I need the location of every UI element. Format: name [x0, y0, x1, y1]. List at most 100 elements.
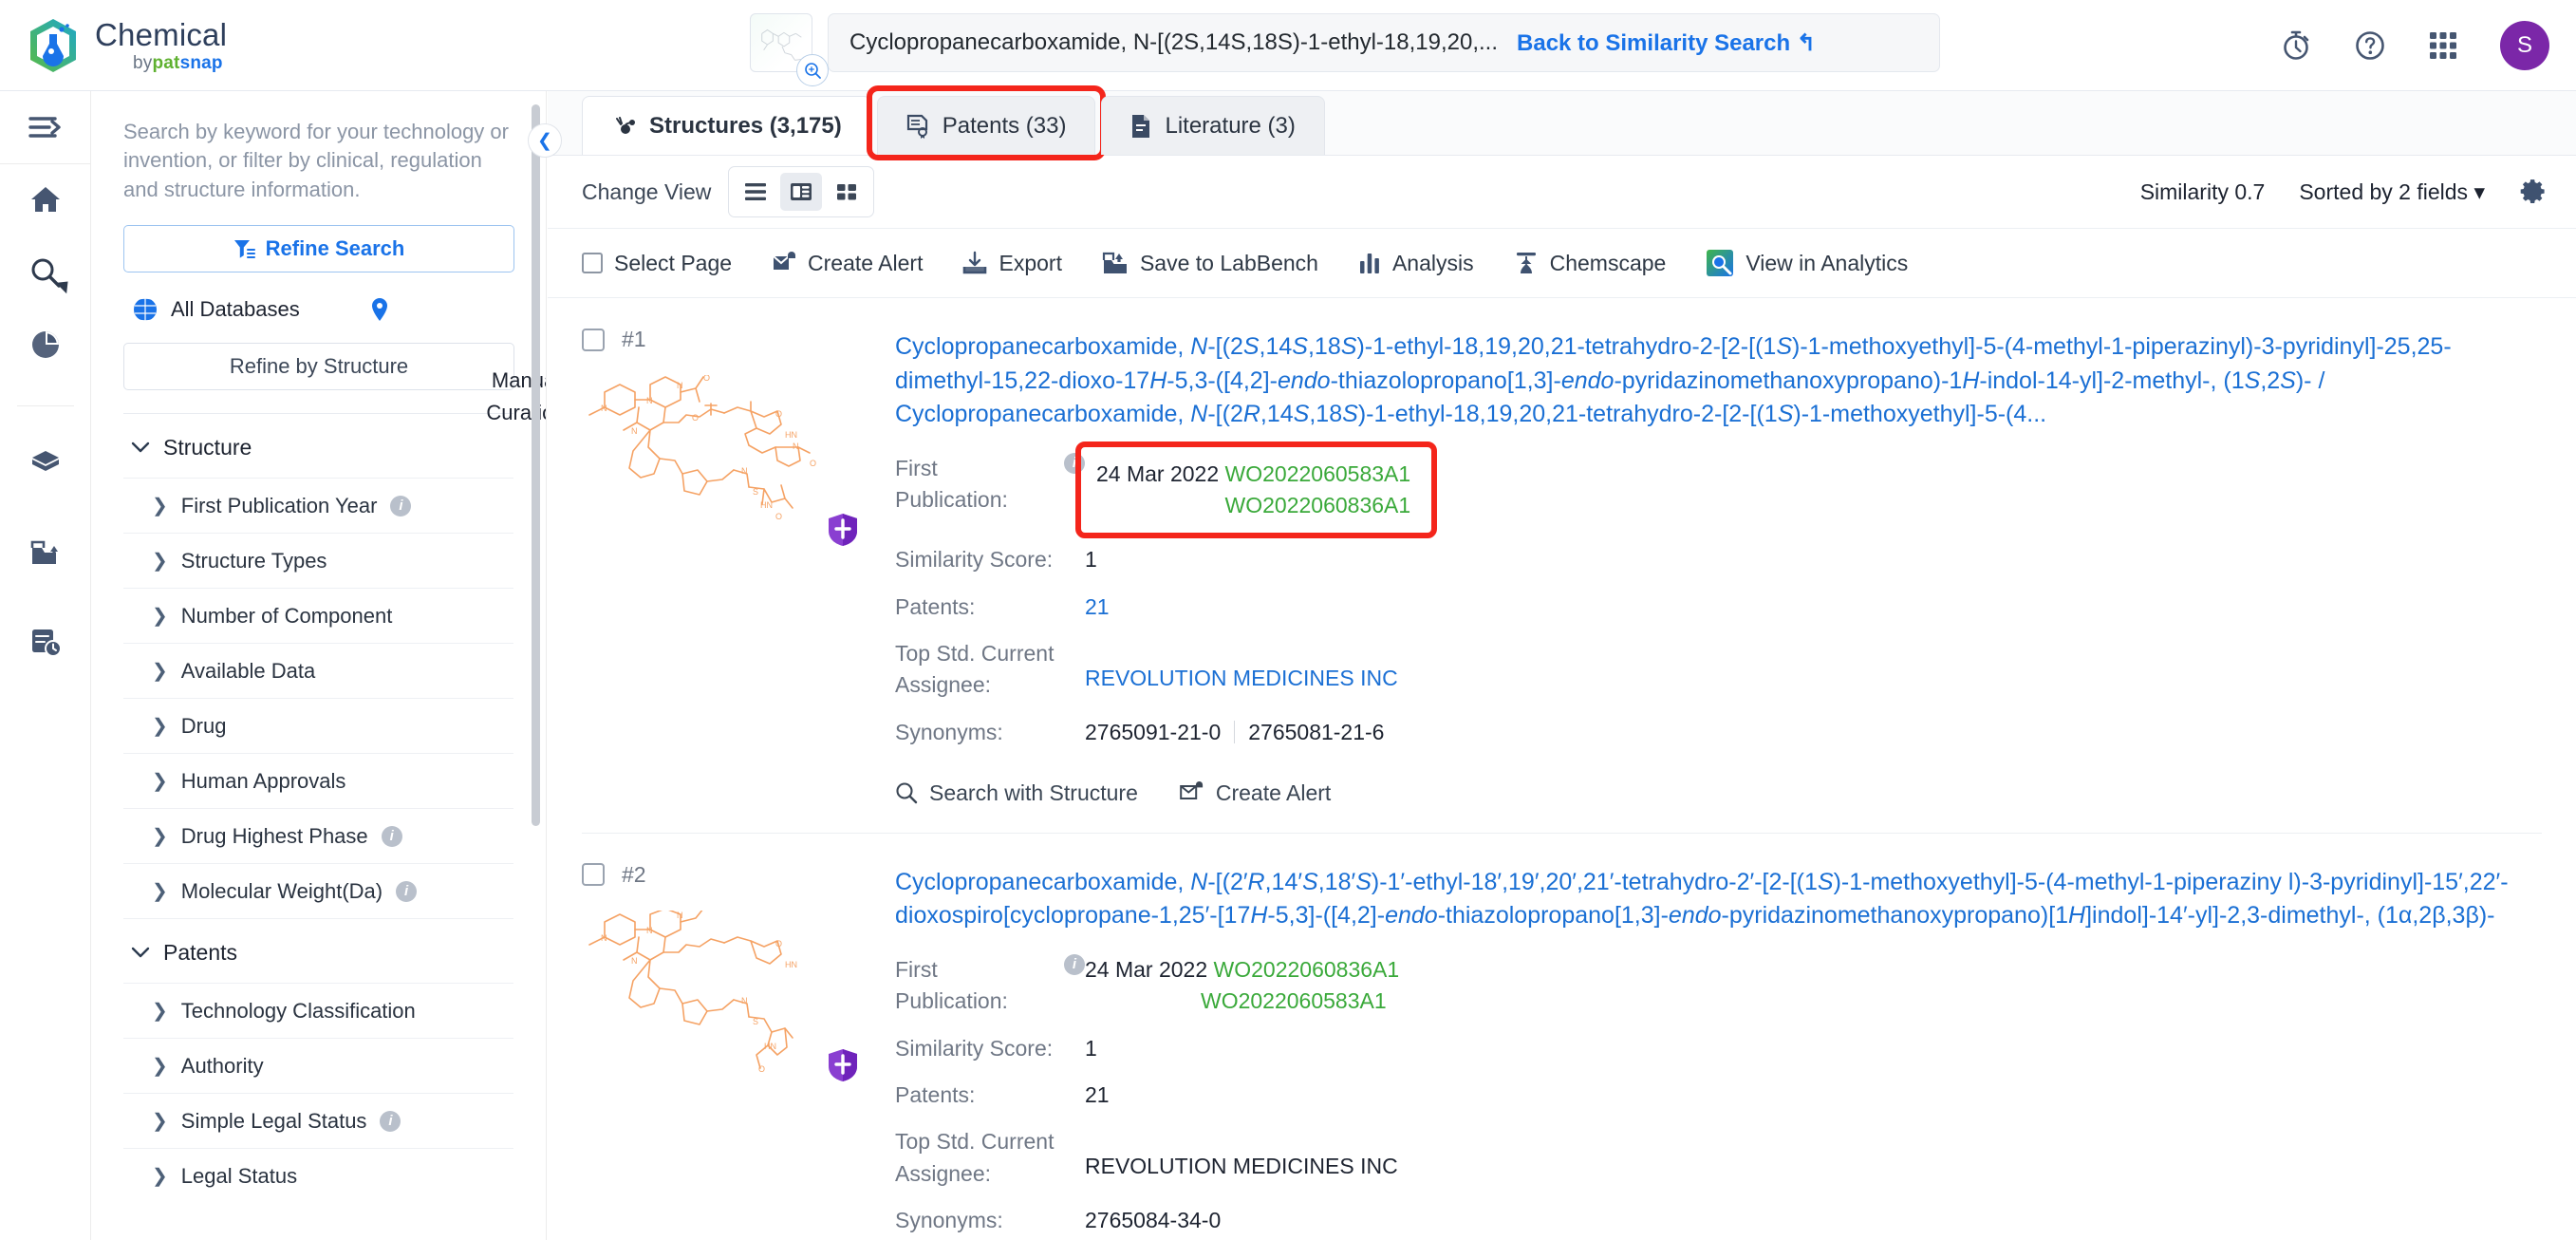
similarity-threshold[interactable]: Similarity 0.7	[2140, 179, 2266, 205]
publication-date: 24 Mar 2022	[1085, 956, 1208, 982]
synonyms-label: Synonyms:	[895, 1207, 1003, 1232]
info-icon[interactable]: i	[381, 825, 402, 847]
gear-icon[interactable]	[2519, 178, 2548, 206]
filter-group-patents[interactable]: Patents	[123, 918, 513, 983]
globe-icon	[133, 297, 158, 322]
filter-item-drug[interactable]: ❯ Drug	[123, 698, 513, 753]
help-icon[interactable]	[2354, 29, 2386, 62]
sidebar-item-history-records[interactable]	[0, 606, 91, 678]
apps-grid-icon[interactable]	[2428, 30, 2458, 61]
brand-logo[interactable]: Chemical bypatsnap	[27, 17, 227, 74]
sort-dropdown[interactable]: Sorted by 2 fields ▾	[2299, 179, 2485, 205]
filter-group-structure[interactable]: Structure	[123, 414, 513, 478]
assignee-value[interactable]: REVOLUTION MEDICINES INC	[1085, 638, 1398, 694]
filter-panel-scrollbar[interactable]	[532, 104, 540, 826]
location-pin-icon[interactable]	[370, 297, 389, 322]
info-icon[interactable]: i	[1064, 452, 1085, 474]
view-toggle-group	[728, 166, 875, 217]
avatar[interactable]: S	[2500, 21, 2549, 70]
chevron-right-icon: ❯	[152, 1001, 168, 1023]
search-bar[interactable]: Cyclopropanecarboxamide, N-[(2S,14S,18S)…	[828, 13, 1940, 72]
svg-text:O: O	[703, 911, 710, 912]
publication-number[interactable]: WO2022060836A1	[1214, 957, 1400, 982]
create-alert-button[interactable]: Create Alert	[1180, 780, 1331, 806]
export-button[interactable]: Export	[962, 251, 1062, 276]
card-view-icon[interactable]	[780, 173, 823, 211]
select-page-button[interactable]: Select Page	[582, 251, 732, 276]
filter-item-human-approvals[interactable]: ❯ Human Approvals	[123, 753, 513, 808]
list-view-icon[interactable]	[735, 173, 776, 211]
checkbox-icon[interactable]	[582, 253, 603, 273]
sidebar-item-analytics[interactable]	[0, 309, 91, 381]
tab-structures[interactable]: Structures (3,175)	[582, 96, 871, 155]
structure-zoom-icon[interactable]	[796, 54, 829, 86]
filter-item-first-publication-year[interactable]: ❯ First Publication Year i	[123, 478, 513, 533]
tab-literature[interactable]: Literature (3)	[1101, 96, 1325, 155]
info-icon[interactable]: i	[380, 1110, 401, 1132]
action-label: Create Alert	[808, 250, 924, 275]
publication-date: 24 Mar 2022	[1096, 460, 1220, 486]
publication-number[interactable]: WO2022060583A1	[1225, 461, 1411, 486]
info-icon[interactable]: i	[390, 495, 412, 517]
analysis-button[interactable]: Analysis	[1358, 251, 1474, 276]
sidebar-item-home[interactable]	[0, 164, 91, 236]
filter-item-drug-highest-phase[interactable]: ❯ Drug Highest Phase i	[123, 808, 513, 863]
sidebar-item-workspace[interactable]	[0, 427, 91, 499]
tab-patents[interactable]: Patents (33)	[866, 85, 1107, 160]
publication-number[interactable]: WO2022060836A1	[1096, 490, 1411, 521]
filter-item-available-data[interactable]: ❯ Available Data	[123, 643, 513, 698]
app-root: Chemical bypatsnap Cyclopropanecarboxami…	[0, 0, 2576, 1240]
info-icon[interactable]: i	[396, 880, 418, 902]
filter-item-legal-status[interactable]: ❯ Legal Status	[123, 1148, 513, 1203]
molecule-structure-image-2[interactable]: N N N O N O HN N S HN O	[582, 910, 867, 1086]
publication-number[interactable]: WO2022060583A1	[1201, 986, 1399, 1017]
analytics-lens-icon	[1706, 249, 1734, 277]
search-input[interactable]: Cyclopropanecarboxamide, N-[(2S,14S,18S)…	[849, 29, 1498, 56]
result-metadata-2: First Publication: i 24 Mar 2022 WO20220…	[895, 953, 2542, 1236]
structure-thumbnail[interactable]	[750, 13, 829, 86]
refine-search-button[interactable]: Refine Search	[123, 225, 514, 273]
svg-text:N: N	[646, 396, 653, 405]
synonyms-value: 2765084-34-0	[1085, 1207, 1222, 1232]
filter-item-label: Molecular Weight(Da)	[180, 878, 383, 903]
result-checkbox[interactable]	[582, 328, 605, 351]
chevron-right-icon: ❯	[152, 496, 168, 517]
filter-item-molecular-weight[interactable]: ❯ Molecular Weight(Da) i	[123, 863, 513, 918]
info-icon[interactable]: i	[1064, 953, 1085, 975]
stopwatch-icon[interactable]	[2280, 29, 2312, 62]
filter-item-technology-classification[interactable]: ❯ Technology Classification	[123, 983, 513, 1038]
chemscape-button[interactable]: Chemscape	[1514, 251, 1666, 276]
filter-item-structure-types[interactable]: ❯ Structure Types	[123, 533, 513, 588]
refine-by-structure-button[interactable]: Refine by Structure	[123, 343, 514, 391]
chevron-right-icon: ❯	[152, 771, 168, 793]
filter-hint-text: Search by keyword for your technology or…	[123, 120, 509, 201]
similarity-score-label: Similarity Score:	[895, 1035, 1054, 1061]
chevron-right-icon: ❯	[152, 551, 168, 573]
back-to-similarity-search-link[interactable]: Back to Similarity Search ↰	[1517, 29, 1816, 57]
filter-item-authority[interactable]: ❯ Authority	[123, 1038, 513, 1093]
similarity-score-value: 1	[1085, 547, 1097, 573]
collapse-panel-button[interactable]: ❮	[528, 123, 562, 158]
svg-text:N: N	[646, 926, 653, 935]
change-view-label: Change View	[582, 178, 712, 204]
patents-value[interactable]: 21	[1085, 592, 1110, 623]
result-title[interactable]: Cyclopropanecarboxamide, N-[(2S,14S,18S)…	[895, 330, 2542, 432]
result-checkbox[interactable]	[582, 863, 605, 887]
search-with-structure-button[interactable]: Search with Structure	[895, 780, 1138, 806]
grid-view-icon[interactable]	[826, 173, 868, 211]
sidebar-item-expand-menu[interactable]	[0, 91, 91, 163]
svg-text:S: S	[753, 487, 758, 497]
sidebar-item-search[interactable]	[0, 236, 91, 309]
search-area: Cyclopropanecarboxamide, N-[(2S,14S,18S)…	[750, 13, 1940, 86]
filter-item-simple-legal-status[interactable]: ❯ Simple Legal Status i	[123, 1093, 513, 1148]
filter-item-label: Human Approvals	[180, 768, 346, 793]
view-in-analytics-button[interactable]: View in Analytics	[1706, 249, 1908, 277]
sidebar-item-labbench[interactable]	[0, 517, 91, 589]
create-alert-button[interactable]: Create Alert	[772, 251, 923, 276]
svg-text:O: O	[703, 375, 710, 383]
molecule-structure-image-1[interactable]: NNN OON O HN N ONS HN O	[582, 375, 867, 551]
filter-item-number-of-component[interactable]: ❯ Number of Component	[123, 588, 513, 643]
result-title[interactable]: Cyclopropanecarboxamide, N-[(2′R,14′S,18…	[895, 866, 2542, 933]
all-databases-row[interactable]: All Databases	[123, 297, 513, 322]
save-to-labbench-button[interactable]: Save to LabBench	[1102, 251, 1318, 276]
